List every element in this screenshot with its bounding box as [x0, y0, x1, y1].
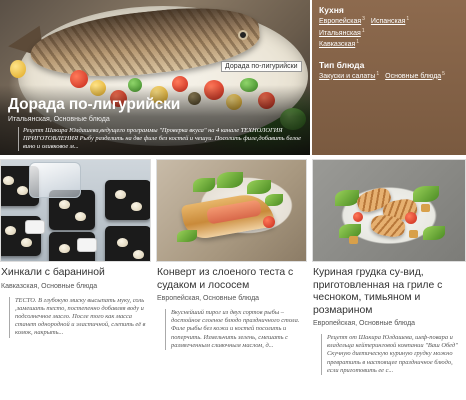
hero-description: Рецепт Шакира Юлдашева,ведущего программ… — [18, 127, 303, 151]
container-lid — [29, 162, 81, 198]
filter-link-european[interactable]: Европейская — [319, 18, 361, 25]
filter-count: 1 — [361, 27, 365, 34]
lettuce-leaf — [423, 226, 445, 240]
dumpling — [21, 238, 32, 247]
dumpling — [59, 244, 70, 253]
filter-count: 1 — [376, 70, 380, 77]
tomato — [263, 216, 275, 228]
crouton — [409, 230, 418, 238]
filter-count: 3 — [362, 16, 365, 22]
filter-count: 1 — [356, 39, 360, 45]
lettuce-leaf — [247, 180, 271, 194]
recipe-card[interactable]: Конверт из слоеного теста с судаком и ло… — [156, 159, 307, 351]
lettuce-leaf — [265, 194, 283, 206]
hero-categories: Итальянская, Основные блюда — [8, 116, 110, 123]
tomato — [405, 212, 417, 224]
recipe-title[interactable]: Куриная грудка су-вид, приготовленная на… — [312, 267, 466, 317]
featured-recipe[interactable]: Дорада по-лигурийски Дорада по-лигурийск… — [0, 0, 310, 155]
filter-link-caucasian[interactable]: Кавказская — [319, 41, 355, 48]
sauce-cup — [77, 238, 97, 252]
lettuce-leaf — [217, 172, 243, 188]
crouton — [349, 236, 358, 244]
hero-title[interactable]: Дорада по-лигурийски — [8, 96, 180, 114]
recipe-categories: Кавказская, Основные блюда — [1, 282, 98, 290]
recipe-card[interactable]: Куриная грудка су-вид, приготовленная на… — [312, 159, 466, 376]
recipe-description: Рецепт от Шакира Юлдашева, шеф-повара и … — [321, 334, 462, 376]
recipe-categories: Европейская, Основные блюда — [313, 320, 416, 327]
dumpling — [5, 226, 16, 235]
filter-heading: Тип блюда — [319, 59, 365, 70]
dumpling — [131, 202, 142, 211]
lettuce-leaf — [177, 230, 197, 242]
filter-link-italian[interactable]: Итальянская — [319, 30, 361, 37]
dumpling — [17, 186, 28, 195]
filter-list: Европейская3 Испанская1 Итальянская1 Кав… — [319, 15, 459, 50]
dumpling — [133, 250, 144, 259]
filter-link-spanish[interactable]: Испанская — [371, 18, 405, 25]
lettuce-leaf — [193, 178, 215, 192]
recipe-image[interactable] — [156, 159, 307, 262]
sauce-cup — [25, 220, 45, 234]
container — [105, 180, 150, 220]
dumpling — [115, 190, 126, 199]
filter-count: 5 — [442, 70, 445, 77]
recipe-card[interactable]: Хинкали с бараниной Кавказская, Основные… — [0, 159, 151, 338]
recipe-description: ТЕСТО. В глубокую миску высыпать муку, с… — [9, 296, 147, 338]
tomato — [353, 212, 363, 222]
recipe-image[interactable] — [0, 159, 151, 262]
dumpling — [75, 212, 86, 221]
lettuce-leaf — [413, 186, 439, 202]
dumpling — [59, 200, 70, 209]
recipe-title[interactable]: Хинкали с бараниной — [0, 267, 151, 280]
dumpling — [117, 238, 128, 247]
filter-list: Закуски и салаты1 Основные блюда5 — [319, 70, 459, 82]
filter-count: 1 — [406, 16, 410, 22]
lettuce-leaf — [335, 190, 359, 206]
dumpling — [3, 176, 14, 185]
container — [105, 226, 150, 261]
filter-link-main-dishes[interactable]: Основные блюда — [385, 73, 441, 80]
filter-heading: Кухня — [319, 5, 344, 15]
crouton — [421, 204, 430, 212]
filter-cuisine: Кухня Европейская3 Испанская1 Итальянска… — [319, 5, 459, 50]
recipe-categories: Европейская, Основные блюда — [157, 295, 260, 302]
recipe-description: Вкуснейший пирог из двух сортов рыбы – д… — [165, 309, 303, 351]
recipe-title[interactable]: Конверт из слоеного теста с судаком и ло… — [156, 267, 307, 292]
lemon — [10, 60, 26, 78]
fish-eye — [238, 30, 248, 40]
filter-sidebar: Кухня Европейская3 Испанская1 Итальянска… — [312, 0, 466, 155]
filter-link-appetizers[interactable]: Закуски и салаты — [319, 73, 375, 80]
recipe-image[interactable] — [312, 159, 466, 262]
filter-dish-type: Тип блюда Закуски и салаты1 Основные блю… — [319, 60, 459, 82]
image-caption: Дорада по-лигурийски — [221, 61, 302, 72]
